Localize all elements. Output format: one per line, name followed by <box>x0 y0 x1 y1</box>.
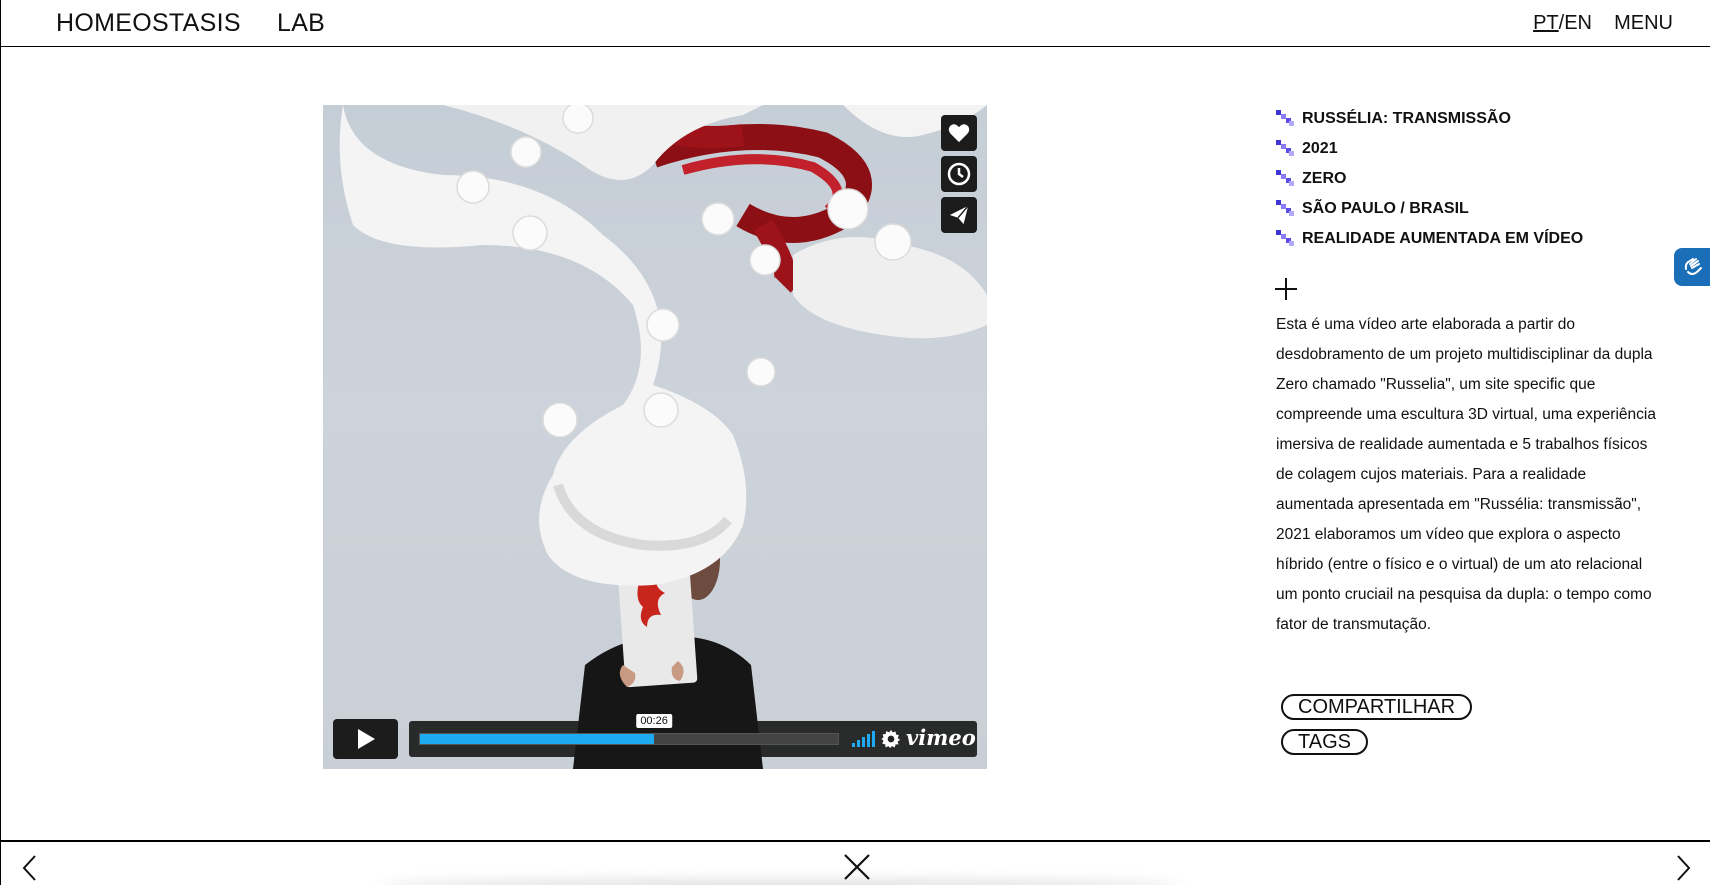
plus-icon[interactable] <box>1274 277 1298 301</box>
tags-button[interactable]: TAGS <box>1281 729 1368 755</box>
clock-icon <box>947 162 971 186</box>
info-item-text: 2021 <box>1302 140 1338 157</box>
close-icon[interactable] <box>843 853 871 881</box>
logo-homeostasis[interactable]: HOMEOSTASIS <box>56 9 241 38</box>
footer-shadow <box>380 880 1180 885</box>
pixel-bullet-icon <box>1276 110 1294 126</box>
control-bar: 00:26 vimeo <box>409 714 977 757</box>
play-button[interactable] <box>333 719 398 759</box>
chevron-left-icon[interactable] <box>20 855 40 881</box>
lang-pt-link[interactable]: PT <box>1533 12 1559 34</box>
pixel-bullet-icon <box>1276 230 1294 246</box>
info-item-medium: REALIDADE AUMENTADA EM VÍDEO <box>1276 227 1583 257</box>
volume-control[interactable] <box>852 731 875 747</box>
video-player[interactable]: 00:26 vimeo <box>323 105 987 769</box>
like-button[interactable] <box>941 115 977 151</box>
info-item-text: ZERO <box>1302 170 1347 187</box>
info-item-year: 2021 <box>1276 137 1583 167</box>
project-description: Esta é uma vídeo arte elaborada a partir… <box>1276 316 1656 633</box>
info-item-title: RUSSÉLIA: TRANSMISSÃO <box>1276 107 1583 137</box>
progress-bar[interactable]: 00:26 <box>419 714 839 745</box>
play-icon <box>357 729 375 749</box>
pixel-bullet-icon <box>1276 200 1294 216</box>
page-left-border <box>0 0 1 885</box>
sign-language-icon <box>1684 258 1702 275</box>
video-frame-image <box>339 105 987 769</box>
send-icon <box>949 205 969 225</box>
info-item-location: SÃO PAULO / BRASIL <box>1276 197 1583 227</box>
share-button[interactable]: COMPARTILHAR <box>1281 694 1473 720</box>
watch-later-button[interactable] <box>941 156 977 192</box>
logo-lab[interactable]: LAB <box>277 9 325 38</box>
info-item-text: SÃO PAULO / BRASIL <box>1302 200 1469 217</box>
lang-en-link[interactable]: EN <box>1564 12 1592 34</box>
info-item-artist: ZERO <box>1276 167 1583 197</box>
heart-icon <box>948 124 970 143</box>
chevron-right-icon[interactable] <box>1673 855 1693 881</box>
vimeo-logo[interactable]: vimeo <box>906 725 976 750</box>
language-switcher: PT/EN <box>1533 12 1592 35</box>
info-item-text: RUSSÉLIA: TRANSMISSÃO <box>1302 110 1511 127</box>
accessibility-button[interactable] <box>1674 248 1710 286</box>
current-time-label: 00:26 <box>636 714 672 728</box>
project-info-list: RUSSÉLIA: TRANSMISSÃO 2021 ZERO SÃO PAUL… <box>1276 107 1583 257</box>
progress-fill <box>420 734 655 744</box>
site-header: HOMEOSTASIS LAB PT/EN MENU <box>0 0 1710 47</box>
gear-icon[interactable] <box>881 729 901 749</box>
footer-divider <box>0 840 1710 842</box>
info-item-text: REALIDADE AUMENTADA EM VÍDEO <box>1302 230 1584 247</box>
menu-button[interactable]: MENU <box>1614 12 1673 35</box>
pixel-bullet-icon <box>1276 140 1294 156</box>
pixel-bullet-icon <box>1276 170 1294 186</box>
video-controls: 00:26 vimeo <box>333 714 977 759</box>
share-video-button[interactable] <box>941 197 977 233</box>
